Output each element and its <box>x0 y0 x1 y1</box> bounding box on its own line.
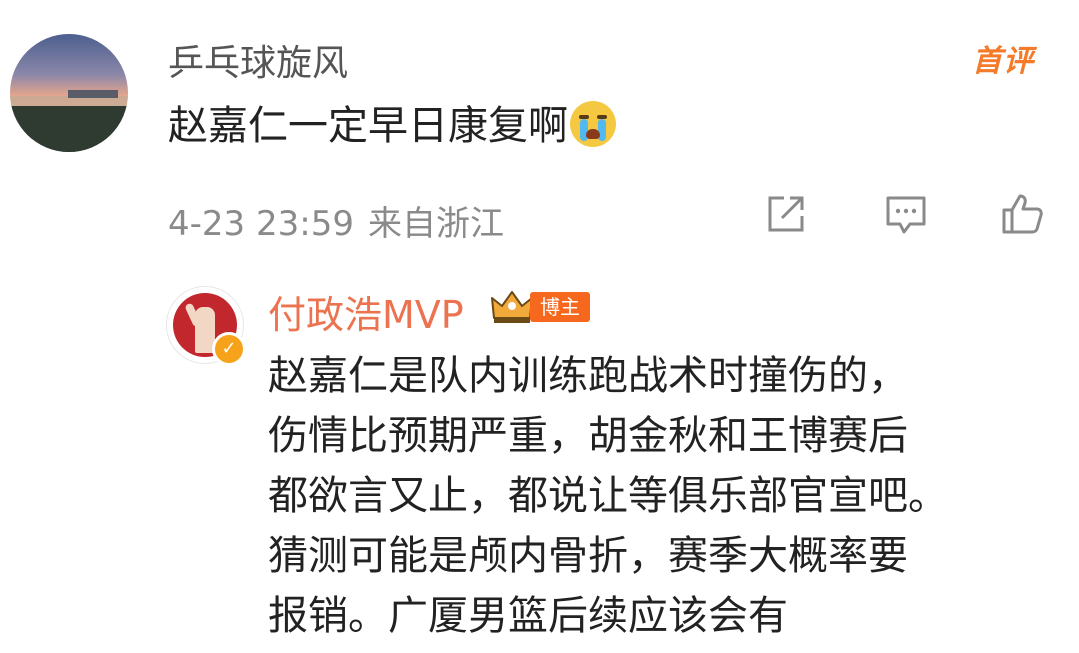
text-fade-overlay <box>830 600 1079 653</box>
share-button[interactable] <box>762 190 810 238</box>
comment-time: 4-23 23:59 <box>168 204 354 244</box>
comment-meta: 4-23 23:59 来自浙江 <box>168 196 504 245</box>
like-button[interactable] <box>998 190 1046 238</box>
comment-username[interactable]: 乒乓球旋风 <box>168 34 348 86</box>
comment-button[interactable] <box>882 190 930 238</box>
reply-line: 猜测可能是颅内骨折，赛季大概率要 <box>268 533 908 579</box>
comment-location: 来自浙江 <box>367 204 504 244</box>
verified-icon: ✓ <box>212 332 246 366</box>
comment-text: 赵嘉仁一定早日康复啊 <box>168 103 568 149</box>
blogger-username[interactable]: 付政浩MVP <box>268 284 464 339</box>
avatar[interactable] <box>10 34 128 152</box>
comment-content: 赵嘉仁一定早日康复啊 <box>168 98 616 154</box>
reply-line: 都欲言又止，都说让等俱乐部官宣吧。 <box>268 473 948 519</box>
crying-face-icon <box>570 101 616 147</box>
reply-line: 赵嘉仁是队内训练跑战术时撞伤的， <box>268 353 908 399</box>
share-icon <box>768 196 804 232</box>
crown-icon <box>491 291 533 323</box>
like-icon <box>1002 194 1043 234</box>
blogger-tag: 博主 <box>530 292 590 322</box>
comment-icon <box>886 196 926 234</box>
first-comment-badge: 首评 <box>972 44 1034 79</box>
reply-line: 伤情比预期严重，胡金秋和王博赛后 <box>268 413 908 459</box>
